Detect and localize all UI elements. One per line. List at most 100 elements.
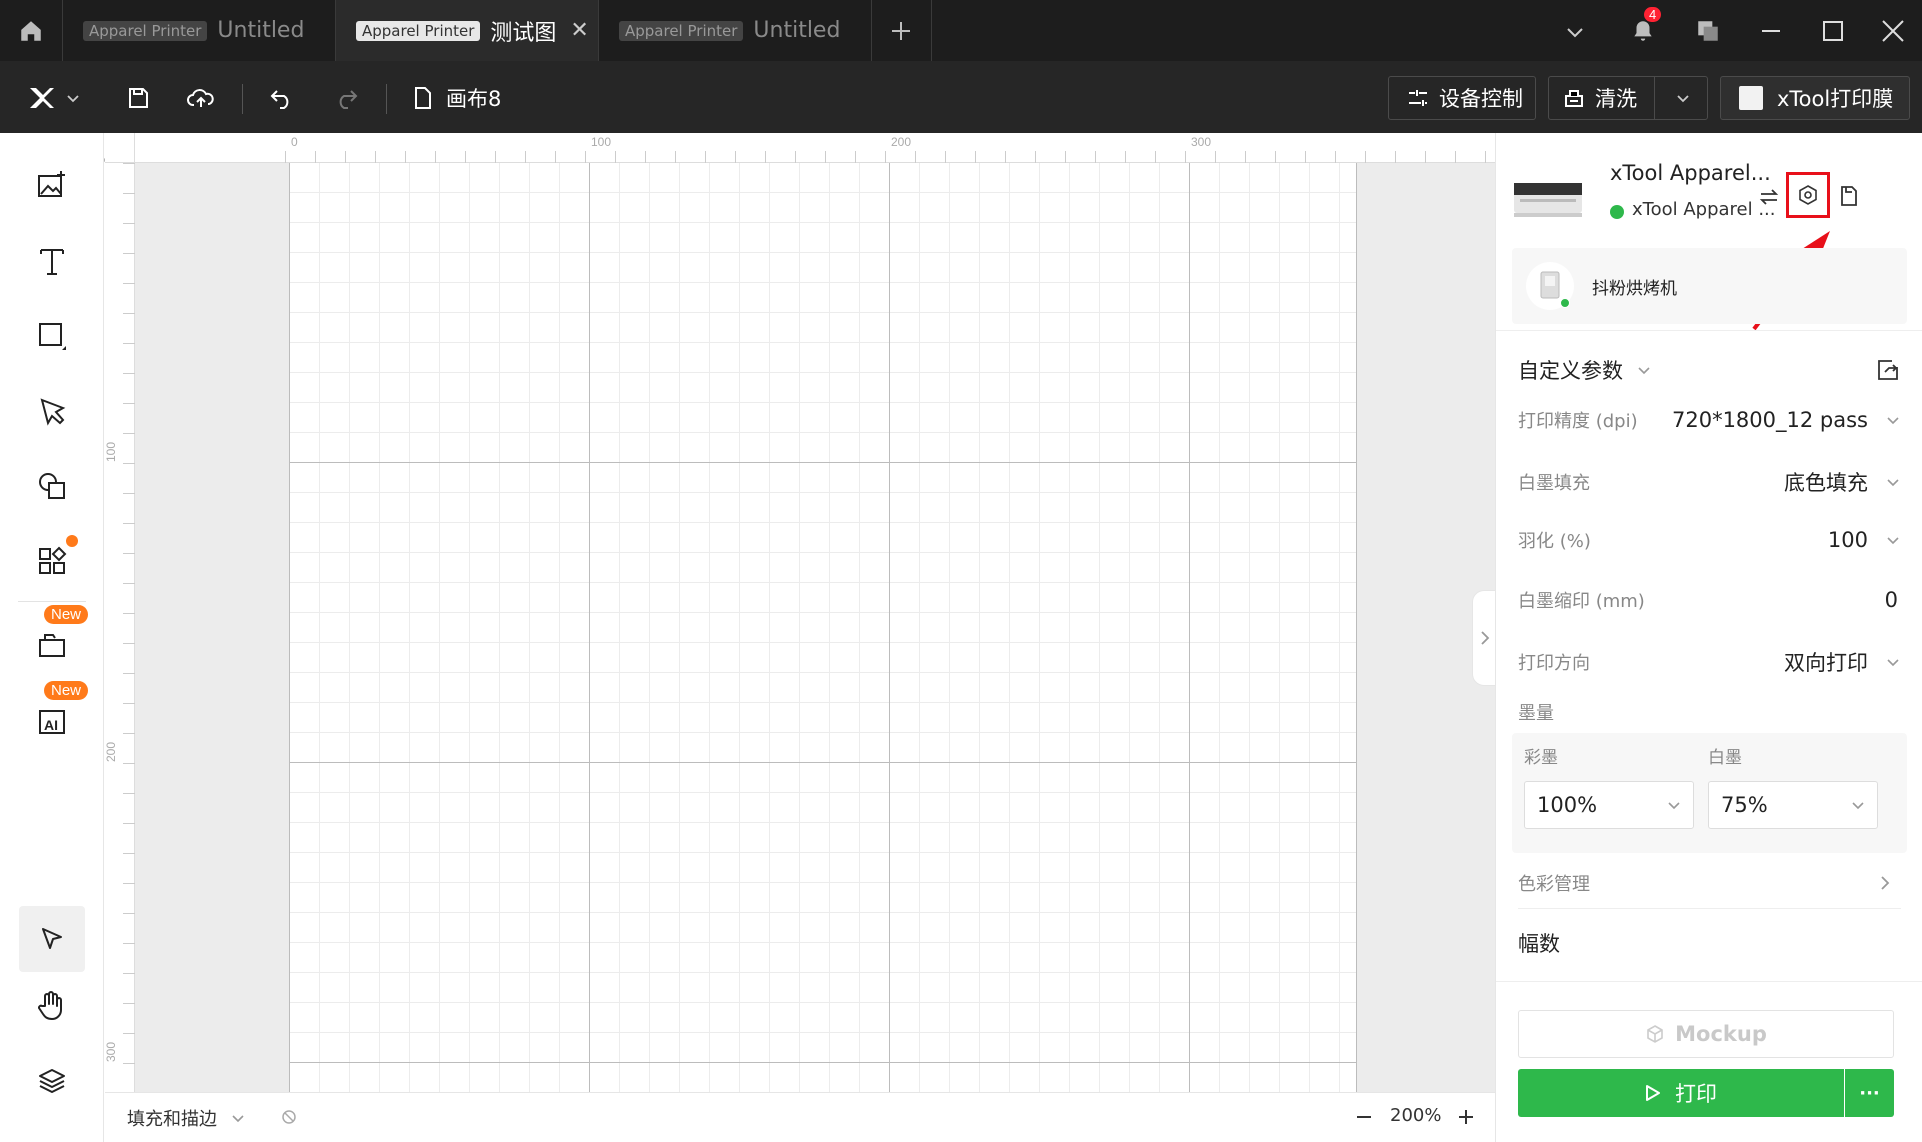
text-icon bbox=[40, 249, 64, 275]
shape-tool[interactable] bbox=[30, 314, 74, 358]
elements-tool[interactable] bbox=[30, 464, 74, 508]
apps-grid-icon bbox=[39, 546, 67, 574]
param-label: 白墨填充 bbox=[1518, 473, 1590, 494]
print-more-button[interactable]: ··· bbox=[1845, 1069, 1894, 1117]
template-tool[interactable]: New bbox=[30, 605, 89, 667]
new-tab-button[interactable] bbox=[880, 10, 922, 52]
accessory-card[interactable]: 抖粉烘烤机 bbox=[1512, 248, 1907, 324]
white-ink-fill-row[interactable]: 白墨填充 底色填充 bbox=[1518, 467, 1900, 497]
tab-test-image[interactable]: Apparel Printer 测试图 ✕ bbox=[336, 0, 598, 61]
undo-button[interactable] bbox=[262, 78, 302, 118]
save-device-icon[interactable] bbox=[1839, 185, 1859, 207]
device-control-button[interactable]: 设备控制 bbox=[1388, 76, 1536, 120]
device-settings-button[interactable] bbox=[1786, 172, 1830, 218]
param-label: 打印精度 (dpi) bbox=[1518, 411, 1638, 432]
export-params-icon[interactable] bbox=[1876, 358, 1900, 382]
ai-tool[interactable]: AI New bbox=[30, 681, 89, 743]
print-resolution-row[interactable]: 打印精度 (dpi) 720*1800_12 pass bbox=[1518, 407, 1900, 433]
svg-text:AI: AI bbox=[44, 717, 58, 733]
image-add-icon bbox=[38, 171, 65, 197]
pen-tool[interactable] bbox=[30, 389, 74, 433]
redo-button[interactable] bbox=[326, 78, 366, 118]
windows-button[interactable] bbox=[1687, 10, 1729, 52]
shapes-icon bbox=[39, 473, 65, 499]
add-image-tool[interactable] bbox=[30, 163, 74, 207]
param-value-text: 100 bbox=[1827, 528, 1868, 552]
folder-icon bbox=[39, 634, 65, 657]
mockup-button[interactable]: Mockup bbox=[1518, 1010, 1894, 1058]
ruler-corner bbox=[105, 133, 135, 163]
notification-button[interactable]: 4 bbox=[1622, 7, 1664, 52]
app-menu-button[interactable] bbox=[22, 80, 86, 116]
params-preset-dropdown[interactable]: 自定义参数 bbox=[1518, 355, 1900, 385]
save-button[interactable] bbox=[118, 78, 158, 118]
chevron-down-icon bbox=[232, 1115, 244, 1123]
hand-tool[interactable] bbox=[30, 983, 74, 1027]
feather-row[interactable]: 羽化 (%) 100 bbox=[1518, 527, 1900, 553]
select-tool[interactable] bbox=[19, 906, 85, 972]
tab-list-dropdown[interactable] bbox=[1555, 12, 1595, 52]
canvas-name-button[interactable]: 画布8 bbox=[412, 78, 501, 118]
tab-title: Untitled bbox=[217, 18, 305, 43]
color-ink-value: 100% bbox=[1537, 793, 1598, 817]
dryer-thumbnail bbox=[1526, 262, 1574, 310]
print-button[interactable]: 打印 bbox=[1518, 1069, 1844, 1117]
file-icon bbox=[415, 87, 431, 109]
home-button[interactable] bbox=[10, 10, 52, 52]
notification-count-badge: 4 bbox=[1644, 7, 1662, 22]
divider bbox=[871, 0, 872, 61]
hand-icon bbox=[38, 991, 62, 1020]
divider bbox=[18, 601, 86, 602]
left-toolbar: New AI New bbox=[0, 133, 104, 1142]
zoom-out-icon[interactable] bbox=[1355, 1108, 1373, 1126]
tab-badge: Apparel Printer bbox=[356, 20, 481, 41]
chevron-down-icon[interactable] bbox=[1675, 90, 1691, 106]
material-button[interactable]: xTool打印膜 bbox=[1720, 76, 1910, 120]
mockup-label: Mockup bbox=[1675, 1022, 1767, 1046]
top-ruler: 0 100 200 300 bbox=[105, 133, 1495, 163]
canvas-workspace-grid[interactable] bbox=[289, 163, 1357, 1092]
ink-amount-box: 彩墨 白墨 100% 75% bbox=[1512, 733, 1907, 853]
cloud-upload-button[interactable] bbox=[181, 78, 221, 118]
collapse-panel-handle[interactable] bbox=[1472, 590, 1496, 686]
ruler-tick-label: 200 bbox=[104, 741, 119, 763]
ruler-tick-label: 100 bbox=[104, 441, 119, 463]
tab-untitled-1[interactable]: Apparel Printer Untitled bbox=[63, 0, 335, 61]
canvas-name: 画布8 bbox=[446, 87, 502, 111]
maximize-button[interactable] bbox=[1812, 10, 1854, 52]
redo-icon bbox=[339, 90, 358, 109]
zoom-in-icon[interactable] bbox=[1457, 1108, 1475, 1126]
color-management-row[interactable]: 色彩管理 bbox=[1518, 863, 1900, 903]
white-ink-value: 75% bbox=[1721, 793, 1768, 817]
divider bbox=[1654, 77, 1655, 119]
ink-amount-title: 墨量 bbox=[1518, 703, 1554, 724]
color-ink-label: 彩墨 bbox=[1524, 748, 1558, 768]
save-icon bbox=[129, 88, 148, 108]
close-window-button[interactable] bbox=[1872, 10, 1914, 52]
text-tool[interactable] bbox=[30, 239, 74, 283]
print-direction-row[interactable]: 打印方向 双向打印 bbox=[1518, 647, 1900, 677]
apps-tool[interactable] bbox=[30, 535, 78, 583]
white-ink-select[interactable]: 75% bbox=[1708, 781, 1878, 829]
tab-title: Untitled bbox=[753, 18, 841, 43]
layers-tool[interactable] bbox=[30, 1059, 74, 1103]
color-ink-select[interactable]: 100% bbox=[1524, 781, 1694, 829]
param-label: 白墨缩印 (mm) bbox=[1518, 591, 1645, 612]
fill-stroke-dropdown[interactable]: 填充和描边 bbox=[127, 1105, 245, 1131]
bottom-status-bar: 填充和描边 200% bbox=[105, 1092, 1495, 1142]
chevron-down-icon bbox=[1668, 802, 1680, 810]
white-ink-label: 白墨 bbox=[1708, 748, 1742, 768]
maximize-icon bbox=[1823, 21, 1843, 41]
clean-button[interactable]: 清洗 bbox=[1548, 76, 1708, 120]
close-tab-icon[interactable]: ✕ bbox=[570, 18, 588, 43]
divider bbox=[1496, 330, 1922, 331]
zoom-level[interactable]: 200% bbox=[1390, 1105, 1441, 1126]
param-value-input[interactable]: 0 bbox=[1885, 588, 1900, 612]
device-connection: xTool Apparel ... bbox=[1632, 199, 1776, 220]
no-fill-icon[interactable] bbox=[281, 1109, 297, 1125]
switch-device-icon[interactable] bbox=[1759, 187, 1779, 207]
white-ink-shrink-row[interactable]: 白墨缩印 (mm) 0 bbox=[1518, 587, 1900, 613]
chevron-down-icon bbox=[1852, 802, 1864, 810]
minimize-button[interactable] bbox=[1750, 10, 1792, 52]
tab-untitled-2[interactable]: Apparel Printer Untitled bbox=[599, 0, 871, 61]
